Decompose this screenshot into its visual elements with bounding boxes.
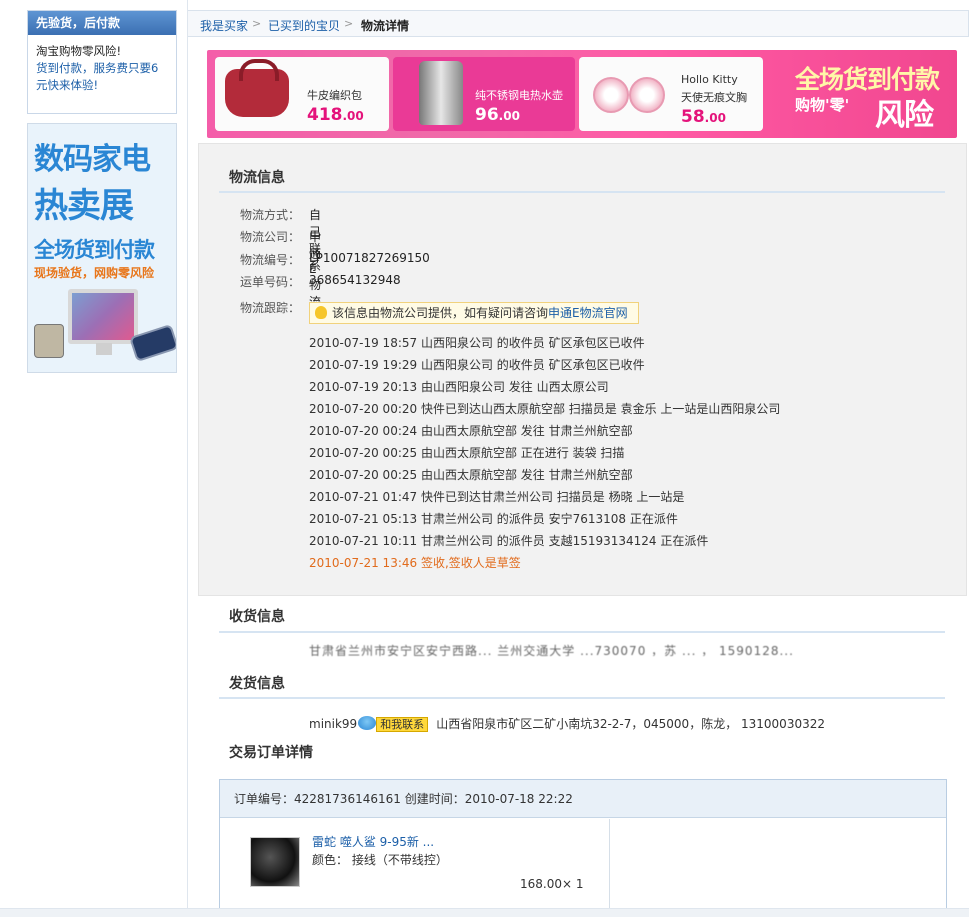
sender-title: 发货信息	[229, 676, 285, 692]
wangwang-chat-icon[interactable]	[358, 716, 377, 730]
ad-headline-1: 数码家电	[34, 142, 151, 177]
banner-slogan-left: 购物'零'	[795, 96, 850, 114]
breadcrumb-buyer[interactable]: 我是买家	[200, 17, 248, 34]
bottom-scroll-area	[0, 908, 969, 917]
product-name-line2: 天使无痕文胸	[681, 91, 747, 104]
field-value: 368654132948	[309, 273, 401, 287]
tracking-entry: 2010-07-20 00:20 快件已到达山西太原航空部 扫描员是 袁金乐 上…	[309, 402, 781, 416]
order-item: 雷蛇 噬人鲨 9-95新 ... 颜色： 接线（不带线控） 168.00× 1	[220, 819, 610, 911]
contact-me-button[interactable]: 和我联系	[376, 717, 429, 732]
tracking-entry: 2010-07-19 20:13 由山西阳泉公司 发往 山西太原公司	[309, 380, 609, 394]
field-label: 物流公司：	[239, 230, 300, 244]
product-name: 纯不锈钢电热水壶	[475, 89, 563, 102]
digital-appliance-ad[interactable]: 数码家电 热卖展 全场货到付款 现场验货，网购零风险	[27, 123, 177, 373]
promo-link[interactable]: 货到付款，服务费只要6元快来体验!	[36, 60, 168, 94]
tracking-entry-signed: 2010-07-21 13:46 签收,签收人是草签	[309, 556, 521, 570]
banner-slogan-right: 风险	[875, 98, 934, 133]
field-label: 运单号码：	[239, 275, 300, 289]
sender-info: minik99 和我联系 山西省阳泉市矿区二矿小南坑32-2-7，045000，陈龙…	[309, 715, 825, 732]
breadcrumb-separator: >	[252, 17, 262, 30]
breadcrumb: 我是买家 > 已买到的宝贝 > 物流详情	[188, 10, 969, 37]
carrier-website-link[interactable]: 申通E物流官网	[548, 306, 628, 320]
banner-product-handbag[interactable]: 牛皮编织包 418.00	[215, 57, 389, 131]
promo-line-1: 淘宝购物零风险!	[36, 44, 122, 58]
breadcrumb-bought-items[interactable]: 已买到的宝贝	[268, 17, 340, 34]
product-price: 58.00	[681, 107, 726, 127]
order-title: 交易订单详情	[229, 745, 313, 761]
tracking-entry: 2010-07-20 00:24 由山西太原航空部 发往 甘肃兰州航空部	[309, 424, 633, 438]
product-price: 96.00	[475, 105, 520, 125]
promo-title: 先验货，后付款	[28, 11, 176, 35]
receiver-address-obscured: 甘肃省兰州市安宁区安宁西路... 兰州交通大学 ...730070 ，苏 ...…	[309, 644, 794, 656]
item-price: 168.00× 1	[520, 877, 584, 891]
tracking-notice: 该信息由物流公司提供，如有疑问请咨询申通E物流官网	[309, 302, 639, 324]
banner-product-bra[interactable]: Hollo Kitty 天使无痕文胸 58.00	[579, 57, 763, 131]
tracking-entry: 2010-07-19 18:57 山西阳泉公司 的收件员 矿区承包区已收件	[309, 336, 645, 350]
item-name-link[interactable]: 雷蛇 噬人鲨 9-95新 ...	[312, 833, 434, 850]
promo-banner[interactable]: 牛皮编织包 418.00 纯不锈钢电热水壶 96.00 Hollo Kitty …	[207, 50, 957, 138]
field-value: LP10071827269150	[309, 251, 430, 265]
camera-image	[34, 324, 64, 358]
product-price: 418.00	[307, 105, 364, 125]
tracking-entry: 2010-07-21 10:11 甘肃兰州公司 的派件员 支越151931341…	[309, 534, 709, 548]
section-divider	[219, 191, 945, 193]
field-label: 物流方式：	[239, 208, 300, 222]
handbag-image	[225, 59, 289, 117]
tracking-entry: 2010-07-20 00:25 由山西太原航空部 正在进行 装袋 扫描	[309, 446, 625, 460]
bra-image	[593, 77, 667, 113]
item-thumbnail[interactable]	[250, 837, 300, 887]
tracking-label: 物流跟踪：	[239, 301, 300, 315]
cod-promo-box[interactable]: 先验货，后付款 淘宝购物零风险! 货到付款，服务费只要6元快来体验!	[27, 10, 177, 114]
tracking-entry: 2010-07-21 01:47 快件已到达甘肃兰州公司 扫描员是 杨晓 上一站…	[309, 490, 685, 504]
field-label: 物流编号：	[239, 253, 300, 267]
ad-subline: 现场验货，网购零风险	[34, 266, 155, 280]
section-divider	[219, 631, 945, 633]
ad-headline-3: 全场货到付款	[34, 238, 155, 262]
product-name-line1: Hollo Kitty	[681, 73, 738, 86]
section-divider	[219, 697, 945, 699]
tracking-entry: 2010-07-19 19:29 山西阳泉公司 的收件员 矿区承包区已收件	[309, 358, 645, 372]
computer-image	[68, 289, 138, 344]
column-divider	[187, 0, 188, 917]
product-name: 牛皮编织包	[307, 89, 362, 102]
logistics-title: 物流信息	[229, 170, 285, 186]
order-header: 订单编号：42281736146161 创建时间：2010-07-18 22:2…	[220, 780, 946, 818]
left-sidebar: 先验货，后付款 淘宝购物零风险! 货到付款，服务费只要6元快来体验! 数码家电 …	[0, 0, 187, 917]
notice-text: 该信息由物流公司提供，如有疑问请咨询	[332, 306, 549, 320]
lightbulb-icon	[315, 306, 327, 319]
sender-address: 山西省阳泉市矿区二矿小南坑32-2-7，045000，陈龙， 131000303…	[436, 717, 825, 731]
field-value: 申通E物流	[309, 230, 322, 309]
receiver-title: 收货信息	[229, 609, 285, 625]
computer-stand	[96, 343, 112, 355]
ad-headline-2: 热卖展	[34, 186, 134, 226]
tracking-entry: 2010-07-20 00:25 由山西太原航空部 发往 甘肃兰州航空部	[309, 468, 633, 482]
kettle-image	[419, 61, 463, 125]
breadcrumb-separator: >	[344, 17, 354, 30]
item-attribute: 颜色： 接线（不带线控）	[312, 853, 448, 867]
order-table: 订单编号：42281736146161 创建时间：2010-07-18 22:2…	[219, 779, 947, 911]
sender-username[interactable]: minik99	[309, 717, 357, 731]
banner-product-kettle[interactable]: 纯不锈钢电热水壶 96.00	[393, 57, 575, 131]
tracking-entry: 2010-07-21 05:13 甘肃兰州公司 的派件员 安宁7613108 正…	[309, 512, 678, 526]
breadcrumb-current: 物流详情	[361, 19, 410, 33]
